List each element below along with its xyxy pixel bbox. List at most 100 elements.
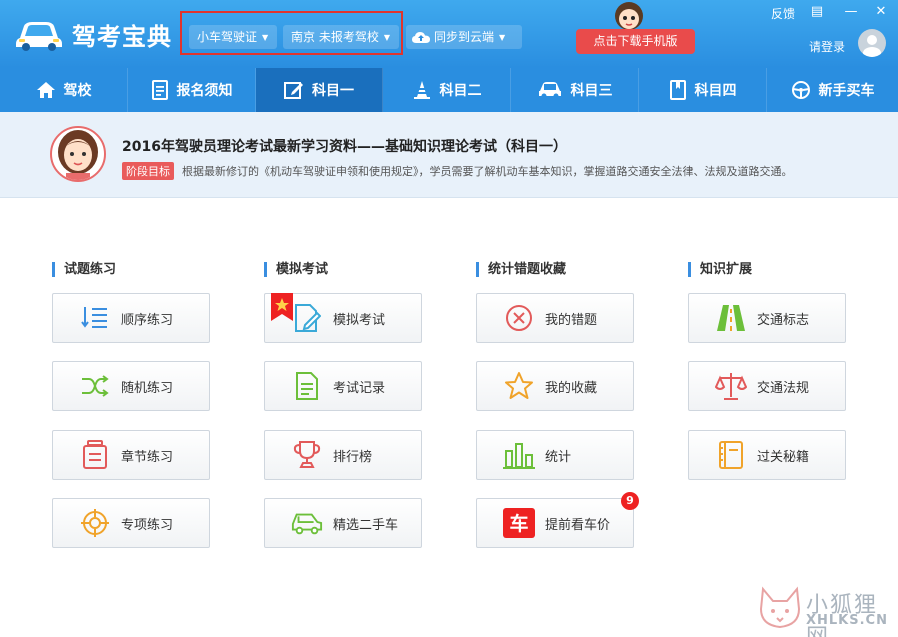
- nav-item-buy-car[interactable]: 新手买车: [767, 68, 898, 112]
- nav-item-subject-four[interactable]: 科目四: [639, 68, 767, 112]
- app-header: 驾考宝典 小车驾驶证 ▼ 南京 未报考驾校 ▼ 同步到云端 ▼ 点击下载手机版 反馈 …: [0, 0, 898, 68]
- button-label: 我的错题: [545, 312, 598, 328]
- main-nav: 驾校 报名须知 科目一 科目二 科目三 科目四 新手买车: [0, 68, 898, 112]
- button-label: 专项练习: [121, 517, 174, 533]
- button-label: 统计: [545, 449, 572, 465]
- license-type-label: 小车驾驶证: [197, 30, 258, 44]
- caret-down-icon: ▼: [262, 32, 269, 42]
- mock-exam-button[interactable]: 模拟考试: [264, 293, 422, 343]
- nav-label: 驾校: [63, 83, 92, 99]
- user-icon: [863, 35, 881, 57]
- passing-tips-button[interactable]: 过关秘籍: [688, 430, 846, 480]
- my-mistakes-button[interactable]: 我的错题: [476, 293, 634, 343]
- teacher-face-icon: [58, 130, 98, 180]
- nav-label: 新手买车: [818, 83, 875, 99]
- book-icon: [669, 80, 686, 100]
- license-type-dropdown[interactable]: 小车驾驶证 ▼: [189, 25, 277, 49]
- home-icon: [36, 82, 55, 98]
- traffic-laws-button[interactable]: 交通法规: [688, 361, 846, 411]
- app-logo: 驾考宝典: [14, 16, 172, 52]
- button-label: 我的收藏: [545, 380, 598, 396]
- button-label: 提前看车价: [545, 517, 611, 533]
- traffic-signs-button[interactable]: 交通标志: [688, 293, 846, 343]
- nav-item-subject-one[interactable]: 科目一: [256, 68, 383, 112]
- button-label: 排行榜: [333, 449, 373, 465]
- school-dropdown[interactable]: 南京 未报考驾校 ▼: [283, 25, 399, 49]
- caret-down-icon: ▼: [499, 32, 506, 42]
- nav-label: 报名须知: [176, 83, 233, 99]
- record-icon: [296, 372, 318, 400]
- banner-title: 2016年驾驶员理论考试最新学习资料——基础知识理论考试（科目一）: [122, 139, 567, 155]
- school-label: 南京 未报考驾校: [291, 30, 379, 44]
- car-icon: [538, 82, 561, 99]
- nav-item-registration[interactable]: 报名须知: [128, 68, 256, 112]
- edit-icon: [284, 82, 303, 99]
- list-order-icon: [81, 307, 107, 328]
- minimize-icon[interactable]: —: [842, 3, 860, 21]
- car-price-icon-char: 车: [509, 512, 528, 535]
- section-title-stats: 统计错题收藏: [476, 262, 566, 277]
- watermark: 小狐狸网 XHLKS.CN: [757, 585, 897, 637]
- nav-label: 科目四: [694, 83, 737, 99]
- leaderboard-button[interactable]: 排行榜: [264, 430, 422, 480]
- button-label: 精选二手车: [333, 517, 399, 533]
- caret-down-icon: ▼: [383, 32, 390, 42]
- close-icon[interactable]: ✕: [872, 3, 890, 21]
- special-practice-button[interactable]: 专项练习: [52, 498, 210, 548]
- exam-record-button[interactable]: 考试记录: [264, 361, 422, 411]
- tips-book-icon: [719, 441, 743, 469]
- chapter-practice-button[interactable]: 章节练习: [52, 430, 210, 480]
- feedback-link[interactable]: 反馈: [771, 5, 795, 22]
- error-x-icon: [506, 305, 532, 331]
- banner-description: 根据最新修订的《机动车驾驶证申领和使用规定》，学员需要了解机动车基本知识，掌握道…: [182, 165, 793, 178]
- nav-label: 科目一: [312, 83, 354, 99]
- app-title: 驾考宝典: [72, 22, 172, 51]
- button-label: 交通法规: [757, 380, 810, 396]
- nav-item-subject-two[interactable]: 科目二: [383, 68, 511, 112]
- fox-logo-icon: [759, 586, 801, 629]
- mascot-icon: [615, 2, 643, 30]
- button-label: 顺序练习: [121, 312, 174, 328]
- section-title-practice: 试题练习: [52, 262, 116, 277]
- cone-icon: [413, 81, 430, 99]
- sync-label: 同步到云端: [434, 30, 495, 44]
- statistics-button[interactable]: 统计: [476, 430, 634, 480]
- login-link[interactable]: 请登录: [809, 38, 845, 55]
- watermark-text: 小狐狸网: [806, 593, 879, 637]
- download-mobile-button[interactable]: 点击下载手机版: [576, 29, 695, 54]
- button-label: 交通标志: [757, 312, 810, 328]
- button-label: 过关秘籍: [757, 449, 810, 465]
- car-price-button[interactable]: 车 提前看车价 9: [476, 492, 639, 548]
- random-practice-button[interactable]: 随机练习: [52, 361, 210, 411]
- notification-badge: 9: [621, 492, 639, 510]
- sync-cloud-button[interactable]: 同步到云端 ▼: [406, 25, 522, 49]
- chapter-icon: [83, 440, 107, 469]
- menu-icon[interactable]: ▤: [808, 3, 826, 21]
- shuffle-icon: [82, 375, 109, 397]
- button-label: 模拟考试: [333, 312, 386, 328]
- car-logo-icon: [16, 22, 62, 51]
- sequential-practice-button[interactable]: 顺序练习: [52, 293, 210, 343]
- my-favorites-button[interactable]: 我的收藏: [476, 361, 634, 411]
- scales-icon: [715, 373, 747, 400]
- road-sign-icon: [717, 305, 745, 331]
- nav-label: 科目三: [570, 83, 613, 99]
- button-label: 考试记录: [333, 380, 386, 396]
- nav-label: 科目二: [439, 83, 482, 99]
- user-avatar[interactable]: [858, 29, 886, 57]
- section-title-mock-exam: 模拟考试: [264, 262, 328, 277]
- teacher-avatar: [50, 126, 106, 182]
- used-car-button[interactable]: 精选二手车: [264, 498, 422, 548]
- trophy-icon: [293, 441, 321, 468]
- stage-goal-tag: 阶段目标: [122, 162, 174, 180]
- bar-chart-icon: [503, 443, 535, 469]
- nav-item-subject-three[interactable]: 科目三: [511, 68, 639, 112]
- document-icon: [151, 80, 168, 100]
- exam-edit-icon: [295, 304, 321, 332]
- steering-wheel-icon: [791, 81, 810, 99]
- cloud-upload-icon: [412, 32, 430, 43]
- star-ribbon-icon: [271, 293, 293, 321]
- nav-item-school[interactable]: 驾校: [0, 68, 128, 112]
- used-car-icon: [291, 513, 323, 535]
- button-label: 随机练习: [121, 380, 174, 396]
